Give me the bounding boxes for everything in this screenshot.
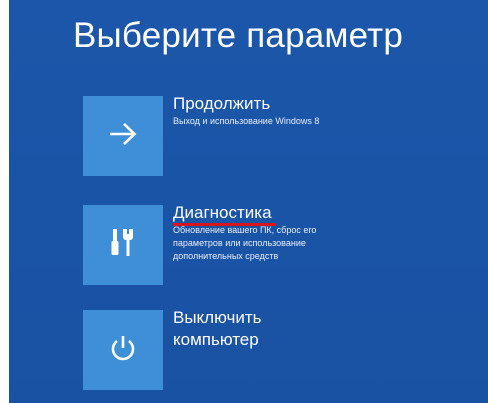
shutdown-text: Выключить компьютер — [173, 307, 473, 351]
arrow-right-icon — [108, 122, 138, 151]
diagnostics-text: Диагностика Обновление вашего ПК, сброс … — [173, 202, 473, 263]
diagnostics-option[interactable]: Диагностика Обновление вашего ПК, сброс … — [83, 202, 483, 285]
shutdown-label-line1: Выключить — [173, 308, 262, 327]
continue-label: Продолжить — [173, 94, 271, 113]
continue-description: Выход и использование Windows 8 — [173, 116, 320, 126]
boot-options-screen: Выберите параметр Продолжить Выход и исп… — [9, 0, 488, 403]
continue-option[interactable]: Продолжить Выход и использование Windows… — [83, 93, 483, 176]
shutdown-option[interactable]: Выключить компьютер — [83, 307, 483, 390]
shutdown-label-line2: компьютер — [173, 330, 259, 349]
diagnostics-label-wrap: Диагностика — [173, 202, 276, 226]
shutdown-tile[interactable] — [83, 310, 163, 390]
diagnostics-label-row: Диагностика — [173, 202, 473, 226]
continue-tile[interactable] — [83, 96, 163, 176]
red-underline-annotation — [173, 223, 276, 226]
diagnostics-description: Обновление вашего ПК, сброс его параметр… — [173, 225, 317, 261]
diagnostics-label: Диагностика — [173, 203, 272, 222]
page-title: Выберите параметр — [73, 16, 404, 55]
continue-text: Продолжить Выход и использование Windows… — [173, 93, 473, 128]
power-icon — [108, 333, 138, 368]
diagnostics-tile[interactable] — [83, 205, 163, 285]
tools-icon — [108, 227, 138, 264]
